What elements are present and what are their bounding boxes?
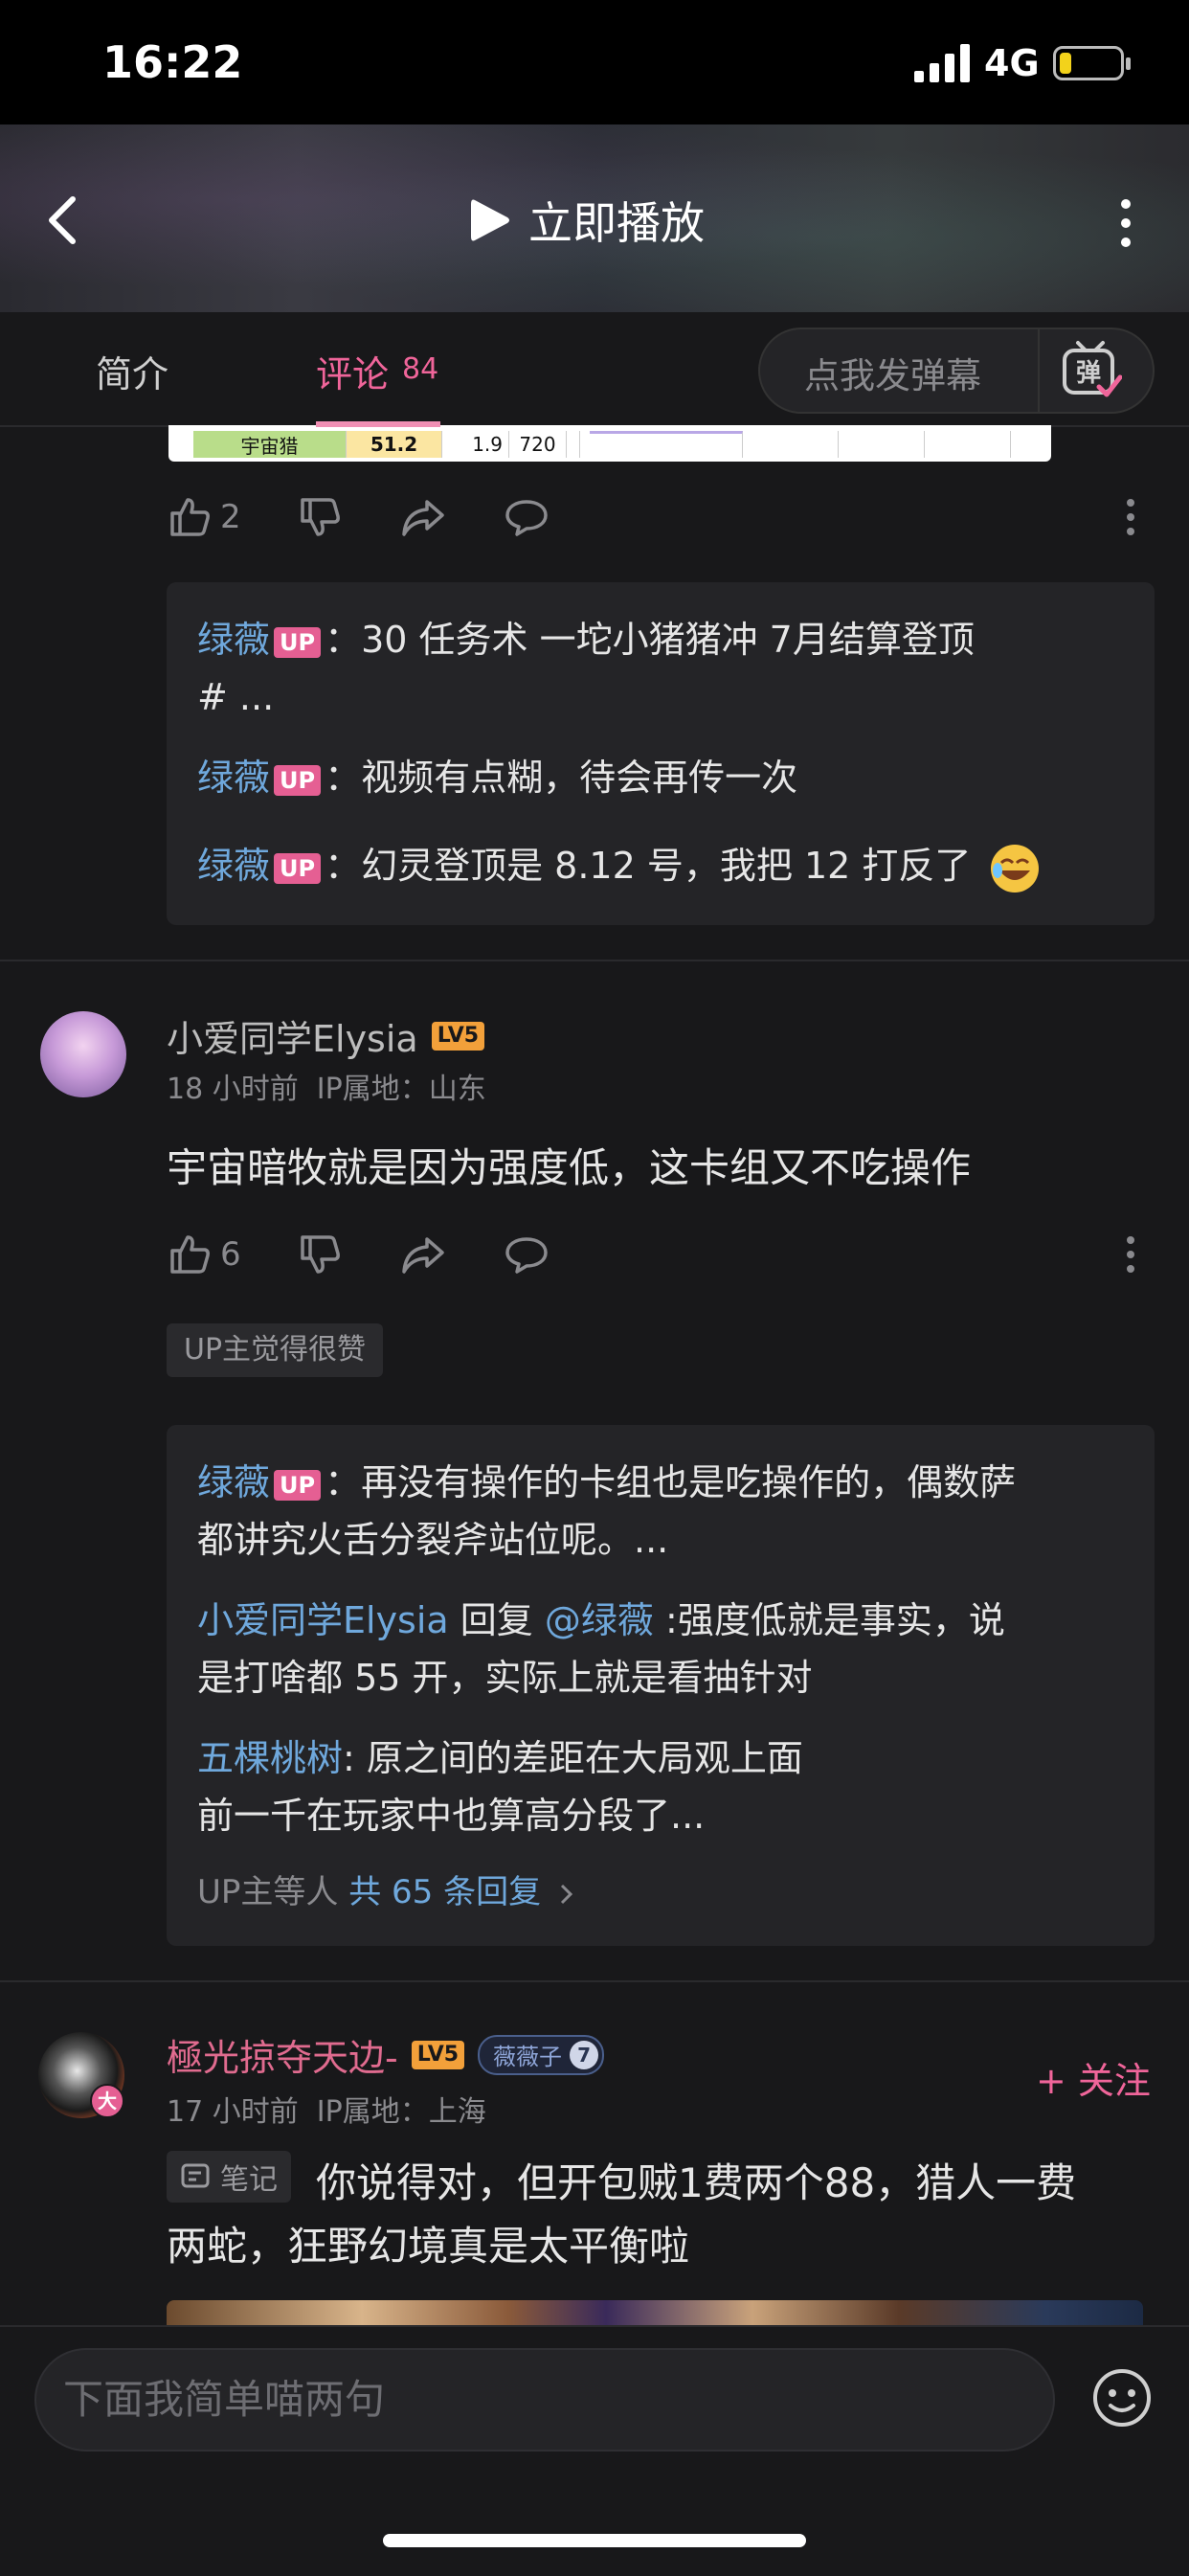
battery-icon: [1053, 46, 1131, 80]
table-cell-score: 51.2: [347, 431, 442, 458]
reply-item[interactable]: 绿薇 UP ：幻灵登顶是 8.12 号，我把 12 打反了: [197, 837, 1042, 895]
like-icon[interactable]: [167, 1232, 213, 1277]
danmu-divider: [1038, 329, 1040, 412]
table-cell-v1: 1.9: [442, 431, 509, 458]
comment-meta: 17 小时前 IP属地：上海: [167, 2088, 486, 2130]
home-indicator: [383, 2534, 806, 2547]
danmu-placeholder[interactable]: 点我发弹幕: [804, 347, 981, 398]
like-icon[interactable]: [167, 494, 213, 540]
laughing-emoji-icon: [991, 844, 1040, 893]
dislike-icon[interactable]: [297, 494, 343, 540]
emoji-icon[interactable]: [1091, 2367, 1153, 2429]
comment0-actions: 2: [167, 494, 241, 540]
comment-more-icon[interactable]: [1126, 1235, 1135, 1274]
reply-item-cont: 是打啥都 55 开，实际上就是看抽针对: [197, 1657, 813, 1699]
up-liked-tag: UP主觉得很赞: [167, 1323, 384, 1377]
ip-location: IP属地：山东: [316, 1073, 486, 1106]
note-icon: [181, 2163, 210, 2188]
comment-time: 17 小时前: [167, 2095, 299, 2129]
reply-item[interactable]: 五棵桃树: 原之间的差距在大局观上面: [197, 1729, 803, 1787]
note-tag[interactable]: 笔记: [167, 2151, 291, 2203]
back-arrow-icon[interactable]: [44, 192, 82, 249]
like-count: 2: [220, 498, 241, 536]
play-now-label: 立即播放: [528, 197, 705, 249]
reply-item[interactable]: 小爱同学Elysia 回复 @绿薇 :强度低就是事实，说: [197, 1592, 1005, 1649]
fan-medal-name: 薇薇子: [493, 2044, 563, 2070]
username[interactable]: 小爱同学Elysia: [167, 1009, 418, 1062]
view-more-replies[interactable]: UP主等人 共 65 条回复: [197, 1865, 576, 1912]
tab-comments[interactable]: 评论: [316, 345, 389, 397]
reply-icon[interactable]: [504, 1232, 550, 1277]
ip-location: IP属地：上海: [316, 2095, 486, 2129]
network-type: 4G: [984, 42, 1040, 84]
table-cell-name: 宇宙猎: [193, 431, 347, 458]
share-icon[interactable]: [400, 494, 446, 540]
tab-intro[interactable]: 简介: [96, 345, 168, 397]
danmu-toggle-icon[interactable]: 弹: [1059, 339, 1122, 402]
avatar[interactable]: [40, 1011, 126, 1097]
table-cell-v2: 720: [509, 431, 567, 458]
note-label: 笔记: [220, 2163, 278, 2197]
dislike-icon[interactable]: [297, 1232, 343, 1277]
signal-icon: [914, 44, 970, 82]
level-badge: LV5: [431, 1021, 485, 1051]
comment-input[interactable]: 下面我简单喵两句: [34, 2348, 1055, 2452]
chevron-right-icon: [560, 1884, 573, 1904]
comment-meta: 18 小时前 IP属地：山东: [167, 1065, 486, 1107]
reply-item-cont: 前一千在玩家中也算高分段了...: [197, 1795, 706, 1837]
play-now-button[interactable]: 立即播放: [469, 192, 705, 249]
avatar-badge: 大: [90, 2084, 124, 2118]
comment1-actions: 6: [167, 1232, 241, 1277]
comment-content: 你说得对，但开包贼1费两个88，猎人一费: [316, 2159, 1077, 2206]
comment-content-cont: 两蛇，狂野幻境真是太平衡啦: [167, 2223, 690, 2270]
reply-icon[interactable]: [504, 494, 550, 540]
reply-item[interactable]: 绿薇 UP ：视频有点糊，待会再传一次: [197, 749, 797, 806]
like-count: 6: [220, 1235, 241, 1274]
follow-button[interactable]: + 关注: [1036, 2051, 1151, 2104]
comment-count: 84: [402, 352, 439, 386]
comment-image[interactable]: [167, 2300, 1143, 2325]
comment-more-icon[interactable]: [1126, 498, 1135, 536]
reply-item[interactable]: 绿薇 UP ：再没有操作的卡组也是吃操作的，偶数萨: [197, 1454, 1016, 1511]
level-badge: LV5: [411, 2040, 465, 2069]
username[interactable]: 極光掠夺天边-: [167, 2028, 398, 2081]
reply-item-cont: 都讲究火舌分裂斧站位呢。...: [197, 1519, 669, 1561]
comment-image-table[interactable]: 宇宙猎 51.2 1.9 720: [168, 425, 1051, 462]
more-options-icon[interactable]: [1116, 196, 1135, 250]
comment-divider: [0, 1980, 1189, 1982]
comment-content: 宇宙暗牧就是因为强度低，这卡组又不吃操作: [167, 1144, 972, 1191]
danmu-icon-label: 弹: [1076, 359, 1101, 388]
reply-item[interactable]: 绿薇 UP ：30 任务术 一坨小猪猪冲 7月结算登顶: [197, 611, 975, 668]
comment-divider: [0, 960, 1189, 961]
status-time: 16:22: [102, 36, 243, 88]
comment-time: 18 小时前: [167, 1073, 299, 1106]
fan-medal-level: 7: [570, 2040, 599, 2069]
reply-item-cont: # ...: [197, 676, 275, 718]
play-icon: [471, 199, 509, 241]
share-icon[interactable]: [400, 1232, 446, 1277]
fan-medal: 薇薇子 7: [478, 2034, 605, 2075]
